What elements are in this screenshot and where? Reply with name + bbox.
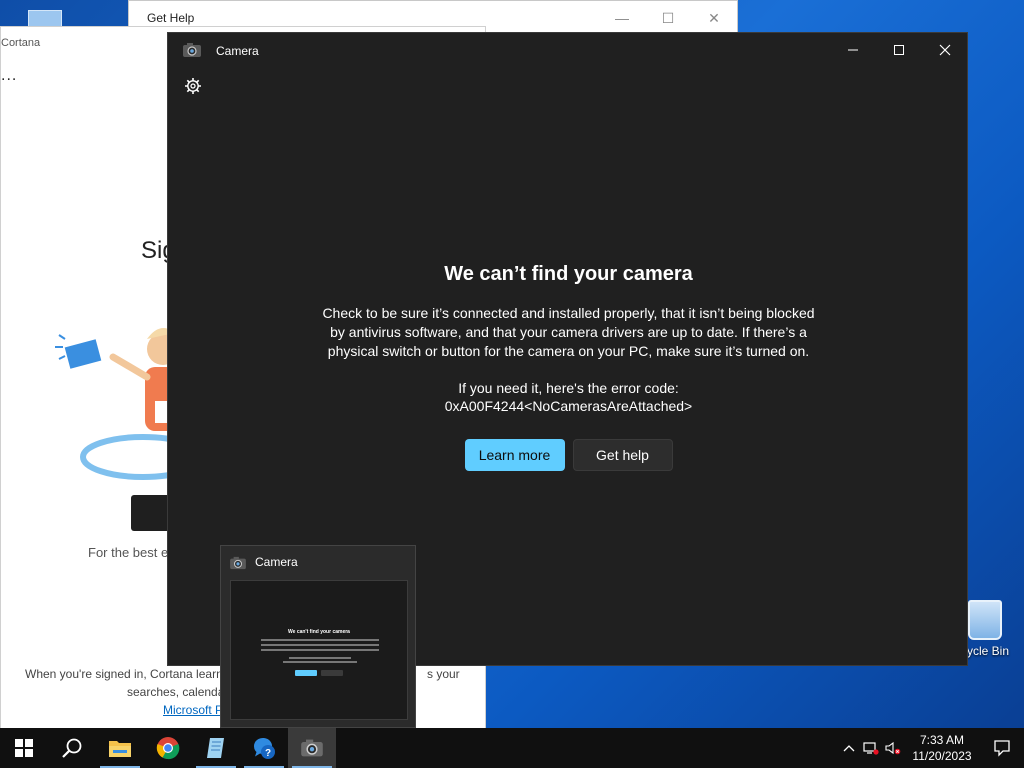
clock-date: 11/20/2023 [912, 749, 972, 763]
system-tray: 7:33 AM 11/20/2023 [838, 728, 1024, 768]
search-button[interactable] [48, 728, 96, 768]
get-help-title: Get Help [147, 11, 195, 25]
camera-error-code: 0xA00F4244<NoCamerasAreAttached> [444, 398, 693, 414]
cortana-searches-text: searches, calendar [127, 685, 229, 699]
folder-icon [109, 741, 131, 757]
get-help-minimize-button[interactable]: — [599, 1, 645, 35]
thumbnail-preview-line [283, 661, 357, 663]
thumbnail-preview-line [261, 649, 379, 651]
thumbnail-preview-button [295, 670, 317, 676]
cortana-title: Cortana [1, 37, 41, 49]
taskbar-clock[interactable]: 7:33 AM 11/20/2023 [904, 732, 980, 764]
notepad-icon [207, 738, 224, 758]
thumbnail-preview: We can't find your camera [230, 580, 408, 720]
camera-error-panel: We can’t find your camera Check to be su… [168, 263, 969, 471]
thumbnail-preview-line [289, 657, 351, 659]
taskbar-file-explorer[interactable] [96, 728, 144, 768]
gear-icon [185, 78, 201, 94]
thumbnail-preview-button [321, 670, 343, 676]
volume-button[interactable] [882, 728, 904, 768]
camera-taskbar-thumbnail[interactable]: Camera We can't find your camera [220, 545, 416, 728]
maximize-icon [894, 45, 904, 55]
cortana-privacy-link[interactable]: Microsoft P [163, 703, 223, 717]
chrome-icon [156, 737, 180, 760]
camera-error-heading: We can’t find your camera [444, 263, 693, 285]
windows-logo-icon [15, 739, 33, 757]
camera-app-icon [182, 42, 202, 63]
camera-error-code-label: If you need it, here's the error code: [458, 380, 679, 396]
camera-settings-button[interactable] [182, 75, 204, 97]
minimize-icon [848, 49, 858, 51]
clock-time: 7:33 AM [919, 733, 965, 747]
chevron-up-icon [843, 745, 855, 752]
taskbar-chrome[interactable] [144, 728, 192, 768]
taskbar-camera[interactable] [288, 728, 336, 768]
camera-window-title: Camera [216, 44, 259, 58]
learn-more-button[interactable]: Learn more [464, 439, 565, 471]
camera-error-description: Check to be sure it’s connected and inst… [322, 305, 815, 359]
camera-icon [301, 739, 323, 757]
action-center-button[interactable] [980, 728, 1024, 768]
thumbnail-preview-line [261, 639, 379, 641]
start-button[interactable] [0, 728, 48, 768]
recycle-bin-icon [968, 600, 1002, 640]
camera-maximize-button[interactable] [876, 33, 922, 67]
cortana-signed-in-text: When you're signed in, Cortana learns [25, 667, 229, 681]
network-icon [863, 742, 879, 755]
taskbar-get-help[interactable]: ? [240, 728, 288, 768]
thumbnail-title: Camera [255, 555, 298, 569]
thumbnail-preview-line [261, 644, 379, 646]
get-help-button[interactable]: Get help [572, 439, 673, 471]
camera-app-icon [229, 556, 247, 575]
close-icon [939, 44, 951, 56]
notification-icon [994, 740, 1010, 757]
svg-text:?: ? [265, 748, 271, 759]
camera-close-button[interactable] [922, 33, 968, 67]
taskbar: ? 7:33 AM 11/20/2023 [0, 728, 1024, 768]
get-help-close-button[interactable]: ✕ [691, 1, 737, 35]
search-icon [62, 738, 82, 758]
thumbnail-preview-heading: We can't find your camera [288, 629, 350, 635]
camera-titlebar[interactable]: Camera [168, 33, 967, 67]
camera-minimize-button[interactable] [830, 33, 876, 67]
taskbar-notepad[interactable] [192, 728, 240, 768]
cortana-signed-in-tail: s your [427, 667, 460, 681]
volume-muted-icon [885, 741, 901, 755]
get-help-maximize-button[interactable]: ☐ [645, 1, 691, 35]
show-hidden-icons-button[interactable] [838, 728, 860, 768]
cortana-best-text: For the best e [88, 545, 169, 560]
network-button[interactable] [860, 728, 882, 768]
cortana-menu-button[interactable]: ... [1, 67, 17, 85]
help-icon: ? [253, 737, 275, 759]
